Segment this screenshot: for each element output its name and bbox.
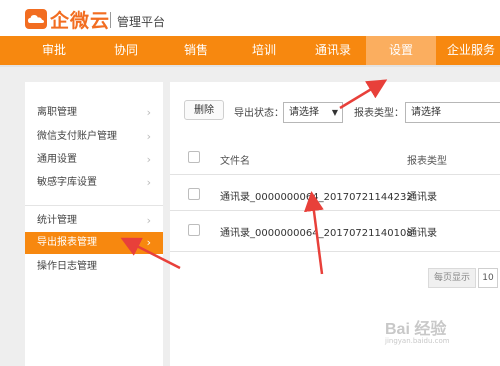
- sidebar-item-label: 通用设置: [37, 154, 77, 165]
- nav-item-sales[interactable]: 销售: [166, 36, 226, 65]
- nav-item-settings[interactable]: 设置: [366, 36, 436, 65]
- filename-cell[interactable]: 通讯录_0000000064_20170721144232: [220, 188, 413, 203]
- baidu-watermark: Bai 经验 jingyan.baidu.com: [385, 315, 450, 345]
- report-type-cell: 通讯录: [407, 192, 437, 203]
- nav-shadow: [0, 65, 500, 67]
- sidebar: 离职管理 › 微信支付账户管理 › 通用设置 › 敏感字库设置 › 统计管理 ›…: [25, 82, 163, 366]
- header-divider: [110, 12, 111, 28]
- table-header: 文件名 报表类型: [170, 140, 500, 174]
- select-all-checkbox[interactable]: [188, 151, 200, 163]
- sidebar-item-label: 统计管理: [37, 215, 77, 226]
- nav-item-training[interactable]: 培训: [234, 36, 294, 65]
- nav-item-approval[interactable]: 审批: [24, 36, 84, 65]
- export-status-value: 请选择: [289, 107, 319, 118]
- chevron-right-icon: ›: [146, 153, 151, 166]
- sidebar-item-wechat-pay[interactable]: 微信支付账户管理 ›: [25, 126, 163, 148]
- nav-item-enterprise-service[interactable]: 企业服务: [442, 36, 500, 65]
- nav-item-contacts[interactable]: 通讯录: [302, 36, 364, 65]
- sidebar-item-sensitive-words[interactable]: 敏感字库设置 ›: [25, 172, 163, 194]
- export-status-select[interactable]: 请选择 ▼: [283, 102, 343, 123]
- nav-item-collaboration[interactable]: 协同: [96, 36, 156, 65]
- sidebar-item-label: 导出报表管理: [37, 237, 97, 248]
- top-nav: 审批 协同 销售 培训 通讯录 设置 企业服务: [0, 36, 500, 65]
- sidebar-item-statistics[interactable]: 统计管理 ›: [25, 210, 163, 232]
- row-checkbox[interactable]: [188, 224, 200, 236]
- table-row: 通讯录_0000000064_20170721140108 通讯录: [170, 210, 500, 252]
- logo-text[interactable]: 企微云: [50, 6, 110, 33]
- report-type-value: 请选择: [411, 107, 441, 118]
- page-size-input[interactable]: 10: [478, 268, 498, 288]
- column-filename: 文件名: [220, 156, 250, 167]
- sidebar-item-general-settings[interactable]: 通用设置 ›: [25, 149, 163, 171]
- platform-name: 管理平台: [117, 15, 166, 29]
- watermark-text: Bai 经验: [385, 321, 447, 338]
- main-panel: 删除 导出状态： 请选择 ▼ 报表类型： 请选择 文件名 报表类型 通讯录_00…: [170, 82, 500, 366]
- sidebar-item-label: 操作日志管理: [37, 261, 97, 272]
- dropdown-arrow-icon: ▼: [331, 108, 338, 117]
- chevron-right-icon: ›: [146, 106, 151, 119]
- chevron-right-icon: ›: [146, 214, 151, 227]
- column-report-type: 报表类型: [407, 156, 447, 167]
- chevron-right-icon: ›: [146, 236, 151, 249]
- filename-cell[interactable]: 通讯录_0000000064_20170721140108: [220, 224, 413, 239]
- sidebar-item-export-reports[interactable]: 导出报表管理 ›: [25, 232, 163, 254]
- report-type-cell: 通讯录: [407, 228, 437, 239]
- row-checkbox[interactable]: [188, 188, 200, 200]
- sidebar-item-label: 微信支付账户管理: [37, 131, 117, 142]
- sidebar-item-label: 敏感字库设置: [37, 177, 97, 188]
- sidebar-item-resignation[interactable]: 离职管理 ›: [25, 102, 163, 124]
- sidebar-divider: [25, 205, 163, 206]
- watermark-sub: jingyan.baidu.com: [385, 337, 450, 345]
- table-row: 通讯录_0000000064_20170721144232 通讯录: [170, 174, 500, 215]
- sidebar-item-operation-logs[interactable]: 操作日志管理: [25, 256, 163, 278]
- report-type-select[interactable]: 请选择: [405, 102, 500, 123]
- chevron-right-icon: ›: [146, 130, 151, 143]
- export-status-label: 导出状态：: [234, 108, 284, 119]
- chevron-right-icon: ›: [146, 176, 151, 189]
- app-header: 企微云 管理平台: [0, 0, 500, 36]
- sidebar-item-label: 离职管理: [37, 107, 77, 118]
- report-type-label: 报表类型：: [354, 108, 404, 119]
- delete-button[interactable]: 删除: [184, 100, 224, 120]
- page-size-label: 每页显示: [428, 268, 476, 288]
- cloud-logo-icon: [25, 9, 47, 29]
